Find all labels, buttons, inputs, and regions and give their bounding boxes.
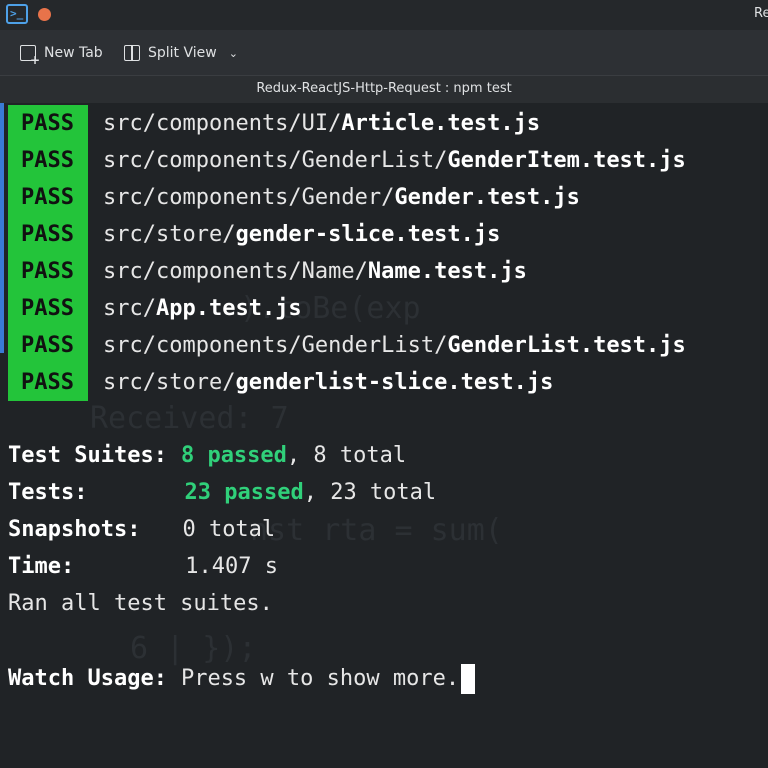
snapshots-label: Snapshots: (8, 517, 141, 542)
test-file-path: src/App.test.js (103, 296, 302, 321)
pass-badge: PASS (8, 290, 88, 327)
test-result-row: PASS src/components/Gender/Gender.test.js (8, 179, 580, 216)
test-file-name: gender-slice.test.js (235, 222, 501, 247)
split-view-button[interactable]: Split View ⌄ (124, 43, 238, 63)
test-file-name: GenderList.test.js (447, 333, 686, 358)
pass-badge: PASS (8, 327, 88, 364)
test-file-dir: src/store/ (103, 370, 236, 395)
test-file-name: App.test.js (155, 296, 302, 321)
close-window-button[interactable] (38, 8, 51, 21)
terminal-app-icon: >_ (6, 4, 28, 24)
time-label: Time: (8, 554, 75, 579)
pass-badge: PASS (8, 216, 88, 253)
test-file-dir: src/components/GenderList/ (103, 333, 448, 358)
test-file-dir: src/store/ (103, 222, 236, 247)
snapshots-value: 0 total (182, 517, 276, 542)
tab-title: Redux-ReactJS-Http-Request : npm test (256, 81, 512, 96)
test-file-name: Gender.test.js (394, 185, 580, 210)
tests-passed: 23 passed (184, 480, 304, 505)
background-ghost-text: nst rta = sum( (250, 513, 503, 548)
watch-usage: Watch Usage: Press w to show more. (8, 663, 476, 695)
test-file-path: src/components/GenderList/GenderItem.tes… (103, 148, 686, 173)
test-file-dir: src/components/Gender/ (103, 185, 395, 210)
window-titlebar: >_ Re (0, 0, 768, 30)
new-tab-label: New Tab (44, 45, 103, 61)
window-title: Re (754, 6, 768, 21)
test-file-dir: src/ (103, 296, 156, 321)
test-file-name: GenderItem.test.js (447, 148, 686, 173)
test-file-name: Article.test.js (341, 111, 541, 136)
test-suites-total: , 8 total (286, 443, 407, 468)
summary-tests: Tests: 23 passed, 23 total (8, 477, 436, 509)
test-result-row: PASS src/components/GenderList/GenderList… (8, 327, 686, 364)
test-file-path: src/components/UI/Article.test.js (103, 111, 540, 136)
tests-label: Tests: (8, 480, 88, 505)
new-tab-button[interactable]: New Tab (20, 43, 103, 67)
test-suites-passed: 8 passed (180, 443, 287, 468)
test-file-name: genderlist-slice.test.js (235, 370, 554, 395)
tab-title-bar[interactable]: Redux-ReactJS-Http-Request : npm test (0, 77, 768, 103)
test-file-path: src/store/gender-slice.test.js (103, 222, 500, 247)
new-tab-icon (20, 45, 40, 67)
test-result-row: PASS src/components/Name/Name.test.js (8, 253, 527, 290)
test-file-name: Name.test.js (367, 259, 527, 284)
pass-badge: PASS (8, 253, 88, 290)
test-file-path: src/components/GenderList/GenderList.tes… (103, 333, 686, 358)
time-value: 1.407 s (185, 554, 278, 579)
test-file-path: src/store/genderlist-slice.test.js (103, 370, 553, 395)
text-cursor (461, 664, 476, 694)
test-result-row: PASS src/App.test.js (8, 290, 302, 327)
pass-badge: PASS (8, 105, 88, 142)
test-file-dir: src/components/Name/ (103, 259, 368, 284)
test-file-dir: src/components/GenderList/ (103, 148, 448, 173)
test-result-row: PASS src/store/genderlist-slice.test.js (8, 364, 553, 401)
pass-badge: PASS (8, 364, 88, 401)
split-view-icon (124, 45, 140, 61)
summary-time: Time: 1.407 s (8, 551, 278, 583)
tests-total: , 23 total (303, 480, 437, 505)
toolbar: New Tab Split View ⌄ (0, 30, 768, 76)
background-ghost-text: 6 | }); (130, 631, 257, 666)
summary-test-suites: Test Suites: 8 passed, 8 total (8, 440, 406, 472)
terminal-output[interactable]: ).toBe(exp Received: 7 nst rta = sum( 6 … (0, 103, 768, 768)
test-suites-label: Test Suites: (8, 443, 167, 468)
test-result-row: PASS src/store/gender-slice.test.js (8, 216, 500, 253)
summary-snapshots: Snapshots: 0 total (8, 514, 275, 546)
split-view-label: Split View (148, 45, 217, 61)
pass-badge: PASS (8, 179, 88, 216)
test-file-path: src/components/Gender/Gender.test.js (103, 185, 580, 210)
chevron-down-icon[interactable]: ⌄ (229, 47, 238, 60)
watch-usage-value: Press w to show more. (180, 666, 460, 691)
watch-usage-label: Watch Usage: (8, 666, 167, 691)
test-file-path: src/components/Name/Name.test.js (103, 259, 527, 284)
test-result-row: PASS src/components/GenderList/GenderItem… (8, 142, 686, 179)
scroll-indicator (0, 103, 4, 353)
background-ghost-text: Received: 7 (90, 401, 289, 436)
test-result-row: PASS src/components/UI/Article.test.js (8, 105, 540, 142)
pass-badge: PASS (8, 142, 88, 179)
ran-all-message: Ran all test suites. (8, 591, 273, 616)
test-file-dir: src/components/UI/ (103, 111, 342, 136)
